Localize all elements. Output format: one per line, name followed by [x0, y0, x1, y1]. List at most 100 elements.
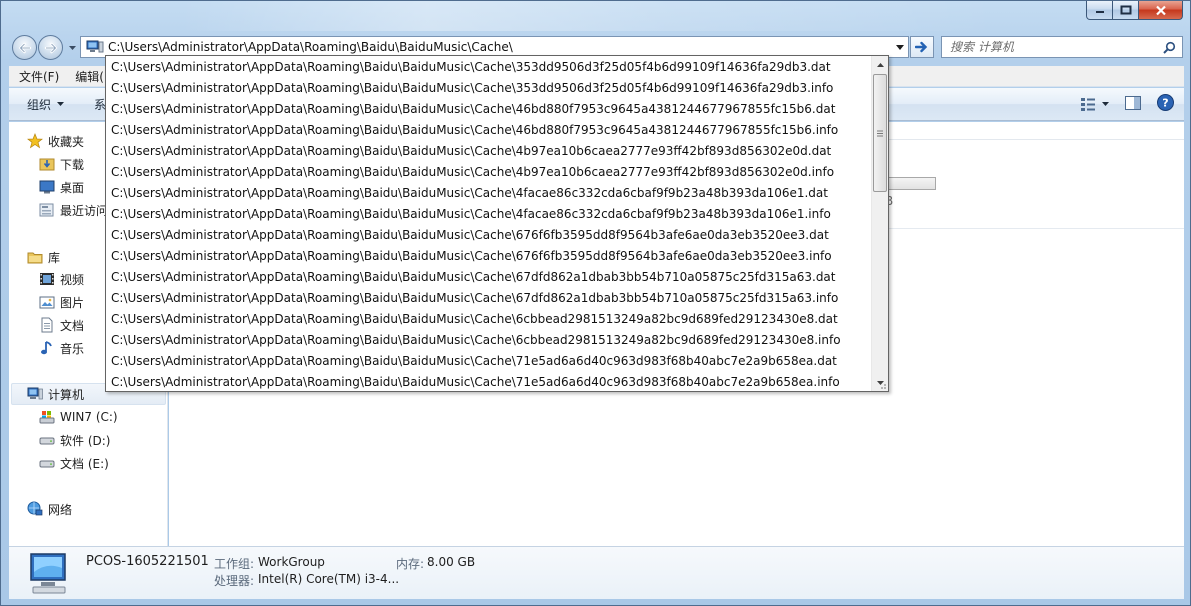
- nav-drive-d[interactable]: 软件 (D:): [39, 430, 110, 450]
- nav-recent[interactable]: 最近访问: [39, 200, 108, 220]
- go-button[interactable]: [910, 36, 934, 58]
- nav-computer[interactable]: 计算机: [27, 384, 84, 404]
- network-icon: [27, 501, 43, 516]
- go-arrow-icon: [915, 41, 928, 53]
- nav-videos[interactable]: 视频: [39, 269, 84, 289]
- nav-desktop[interactable]: 桌面: [39, 177, 84, 197]
- titlebar-glow: [181, 1, 1001, 31]
- minimize-button[interactable]: [1086, 1, 1113, 20]
- caption-buttons: [1086, 1, 1183, 20]
- view-options-button[interactable]: [1080, 97, 1109, 111]
- preview-pane-button[interactable]: [1125, 95, 1141, 113]
- memory-label: 内存:: [396, 557, 425, 571]
- minimize-icon: [1095, 11, 1104, 13]
- chevron-up-icon: [876, 62, 884, 67]
- chevron-down-icon: [895, 44, 904, 50]
- autocomplete-item[interactable]: C:\Users\Administrator\AppData\Roaming\B…: [111, 246, 832, 267]
- autocomplete-item[interactable]: C:\Users\Administrator\AppData\Roaming\B…: [111, 204, 831, 225]
- back-button[interactable]: [12, 35, 37, 60]
- autocomplete-item[interactable]: C:\Users\Administrator\AppData\Roaming\B…: [111, 78, 833, 99]
- search-icon[interactable]: [1163, 41, 1176, 54]
- autocomplete-item[interactable]: C:\Users\Administrator\AppData\Roaming\B…: [111, 141, 831, 162]
- computer-large-icon: [30, 553, 66, 594]
- view-options-icon: [1081, 98, 1095, 111]
- preview-pane-icon: [1125, 95, 1141, 110]
- nav-pictures-label: 图片: [60, 295, 85, 310]
- nav-favorites[interactable]: 收藏夹: [27, 131, 84, 151]
- scroll-thumb[interactable]: [873, 74, 887, 192]
- organize-button[interactable]: 组织: [27, 96, 65, 113]
- autocomplete-item[interactable]: C:\Users\Administrator\AppData\Roaming\B…: [111, 309, 838, 330]
- computer-icon: [27, 387, 43, 400]
- nav-drive-c[interactable]: WIN7 (C:): [39, 407, 118, 427]
- downloads-folder-icon: [39, 158, 55, 171]
- nav-libraries-label: 库: [48, 250, 61, 265]
- svg-text:?: ?: [1162, 97, 1168, 110]
- autocomplete-item[interactable]: C:\Users\Administrator\AppData\Roaming\B…: [111, 225, 829, 246]
- autocomplete-item[interactable]: C:\Users\Administrator\AppData\Roaming\B…: [111, 99, 835, 120]
- autocomplete-scrollbar[interactable]: [871, 56, 888, 391]
- nav-libraries[interactable]: 库: [27, 247, 60, 267]
- scroll-up-button[interactable]: [872, 56, 888, 73]
- close-icon: [1155, 5, 1166, 15]
- help-button[interactable]: ?: [1157, 94, 1174, 114]
- autocomplete-item[interactable]: C:\Users\Administrator\AppData\Roaming\B…: [111, 351, 837, 372]
- menu-file[interactable]: 文件(F): [9, 68, 65, 85]
- nav-recent-label: 最近访问: [60, 203, 109, 218]
- organize-label: 组织: [27, 97, 52, 112]
- nav-pictures[interactable]: 图片: [39, 292, 84, 312]
- search-box: [941, 36, 1183, 58]
- nav-drive-e-label: 文档 (E:): [60, 456, 109, 471]
- hard-drive-icon: [39, 460, 55, 468]
- autocomplete-item[interactable]: C:\Users\Administrator\AppData\Roaming\B…: [111, 372, 840, 391]
- nav-documents[interactable]: 文档: [39, 315, 84, 335]
- computer-icon: [86, 40, 104, 53]
- address-dropdown-button[interactable]: [891, 37, 908, 57]
- workgroup-label: 工作组:: [214, 557, 255, 571]
- back-arrow-icon: [18, 42, 31, 53]
- nav-videos-label: 视频: [60, 272, 85, 287]
- autocomplete-item[interactable]: C:\Users\Administrator\AppData\Roaming\B…: [111, 120, 838, 141]
- drive-usage-bar: [886, 177, 936, 190]
- nav-music-label: 音乐: [60, 341, 85, 356]
- chevron-down-icon: [1102, 102, 1109, 106]
- library-icon: [27, 252, 43, 264]
- toolbar-right-group: ?: [1080, 94, 1174, 114]
- explorer-window: C:\Users\Administrator\AppData\Roaming\B…: [0, 0, 1191, 606]
- nav-network-label: 网络: [48, 502, 73, 517]
- maximize-button[interactable]: [1113, 1, 1139, 20]
- nav-downloads-label: 下载: [60, 157, 85, 172]
- nav-downloads[interactable]: 下载: [39, 154, 84, 174]
- autocomplete-item[interactable]: C:\Users\Administrator\AppData\Roaming\B…: [111, 183, 828, 204]
- search-input[interactable]: [950, 38, 1160, 56]
- video-icon: [40, 273, 54, 285]
- chevron-down-icon: [57, 102, 65, 106]
- address-path: C:\Users\Administrator\AppData\Roaming\B…: [108, 40, 513, 54]
- forward-button[interactable]: [38, 35, 63, 60]
- recent-places-icon: [39, 203, 54, 217]
- autocomplete-item[interactable]: C:\Users\Administrator\AppData\Roaming\B…: [111, 162, 834, 183]
- nav-drive-e[interactable]: 文档 (E:): [39, 453, 109, 473]
- system-drive-icon: [39, 411, 55, 424]
- close-button[interactable]: [1139, 1, 1183, 20]
- nav-drive-c-label: WIN7 (C:): [60, 410, 118, 424]
- chevron-down-icon: [68, 46, 76, 50]
- nav-documents-label: 文档: [60, 318, 85, 333]
- forward-arrow-icon: [44, 42, 57, 53]
- nav-network[interactable]: 网络: [27, 499, 72, 519]
- details-pane: PCOS-1605221501 工作组: WorkGroup 内存: 8.00 …: [9, 546, 1184, 599]
- recent-pages-dropdown[interactable]: [67, 43, 77, 53]
- nav-music[interactable]: 音乐: [39, 338, 84, 358]
- resize-grip-icon[interactable]: [877, 380, 887, 390]
- autocomplete-item[interactable]: C:\Users\Administrator\AppData\Roaming\B…: [111, 57, 831, 78]
- nav-computer-label: 计算机: [48, 387, 85, 402]
- maximize-icon: [1120, 5, 1131, 15]
- autocomplete-item[interactable]: C:\Users\Administrator\AppData\Roaming\B…: [111, 267, 836, 288]
- nav-drive-d-label: 软件 (D:): [60, 433, 111, 448]
- processor-value: Intel(R) Core(TM) i3-4...: [258, 572, 400, 586]
- autocomplete-item[interactable]: C:\Users\Administrator\AppData\Roaming\B…: [111, 288, 838, 309]
- autocomplete-item[interactable]: C:\Users\Administrator\AppData\Roaming\B…: [111, 330, 841, 351]
- computer-name: PCOS-1605221501: [86, 554, 209, 569]
- hard-drive-icon: [39, 437, 55, 445]
- star-icon: [27, 133, 43, 149]
